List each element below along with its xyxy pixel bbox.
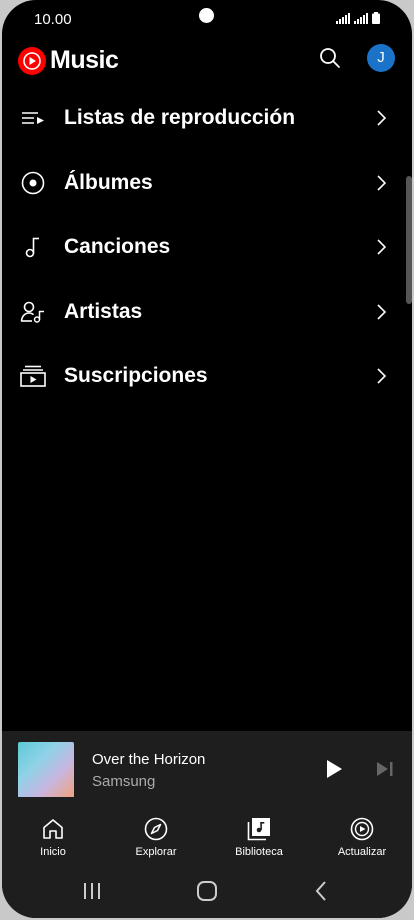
nav-item-upgrade[interactable]: Actualizar	[317, 797, 407, 863]
status-bar: 10.00	[2, 0, 412, 36]
skip-next-icon[interactable]	[376, 761, 394, 777]
search-icon[interactable]	[318, 46, 342, 70]
scrollbar[interactable]	[406, 176, 412, 304]
nav-label: Inicio	[40, 846, 66, 858]
phone-screen: 10.00 Music J Listas de reproducción Álb…	[2, 0, 412, 918]
youtube-music-logo-icon	[18, 46, 46, 75]
menu-item-artists[interactable]: Artistas	[2, 280, 412, 345]
account-avatar[interactable]: J	[367, 44, 395, 72]
library-icon	[247, 818, 270, 841]
chevron-right-icon	[377, 175, 387, 191]
play-icon[interactable]	[324, 759, 344, 779]
menu-item-playlists[interactable]: Listas de reproducción	[2, 86, 412, 151]
home-button-icon[interactable]	[195, 879, 219, 903]
menu-item-label: Canciones	[64, 235, 171, 259]
status-icons	[336, 12, 380, 24]
bottom-nav: Inicio Explorar Biblioteca Actualizar	[2, 797, 412, 863]
mini-player[interactable]: Over the Horizon Samsung	[2, 731, 412, 798]
system-nav-bar	[2, 863, 412, 918]
status-time: 10.00	[34, 11, 72, 28]
menu-item-albums[interactable]: Álbumes	[2, 151, 412, 216]
nav-label: Biblioteca	[235, 846, 283, 858]
chevron-right-icon	[377, 368, 387, 384]
menu-item-label: Artistas	[64, 299, 143, 323]
nav-item-explore[interactable]: Explorar	[111, 797, 201, 863]
home-icon	[43, 819, 63, 839]
compass-icon	[144, 817, 168, 841]
battery-icon	[372, 12, 380, 24]
app-name: Music	[50, 46, 119, 74]
nav-label: Actualizar	[337, 846, 387, 858]
youtube-music-logo[interactable]: Music	[18, 46, 119, 75]
track-artist: Samsung	[92, 773, 156, 790]
artist-icon	[20, 299, 46, 325]
recent-apps-icon[interactable]	[80, 879, 104, 903]
nav-label: Explorar	[135, 846, 177, 858]
chevron-right-icon	[377, 239, 387, 255]
app-header: Music J	[2, 40, 412, 80]
menu-item-label: Suscripciones	[64, 364, 208, 388]
track-title: Over the Horizon	[92, 751, 206, 768]
chevron-right-icon	[377, 304, 387, 320]
album-art[interactable]	[18, 742, 74, 798]
music-note-icon	[20, 234, 46, 260]
menu-item-songs[interactable]: Canciones	[2, 215, 412, 280]
signal-icon-2	[354, 13, 368, 24]
menu-item-label: Listas de reproducción	[64, 106, 296, 130]
library-menu: Listas de reproducción Álbumes Canciones…	[2, 86, 412, 409]
menu-item-label: Álbumes	[64, 170, 153, 194]
subscriptions-icon	[20, 363, 46, 389]
signal-icon	[336, 13, 350, 24]
nav-item-library[interactable]: Biblioteca	[214, 797, 304, 863]
back-icon[interactable]	[310, 879, 334, 903]
chevron-right-icon	[377, 110, 387, 126]
menu-item-subscriptions[interactable]: Suscripciones	[2, 344, 412, 409]
upgrade-icon	[350, 817, 374, 841]
nav-item-home[interactable]: Inicio	[8, 797, 98, 863]
album-icon	[20, 170, 46, 196]
playlist-icon	[20, 105, 46, 131]
front-camera	[199, 8, 214, 23]
